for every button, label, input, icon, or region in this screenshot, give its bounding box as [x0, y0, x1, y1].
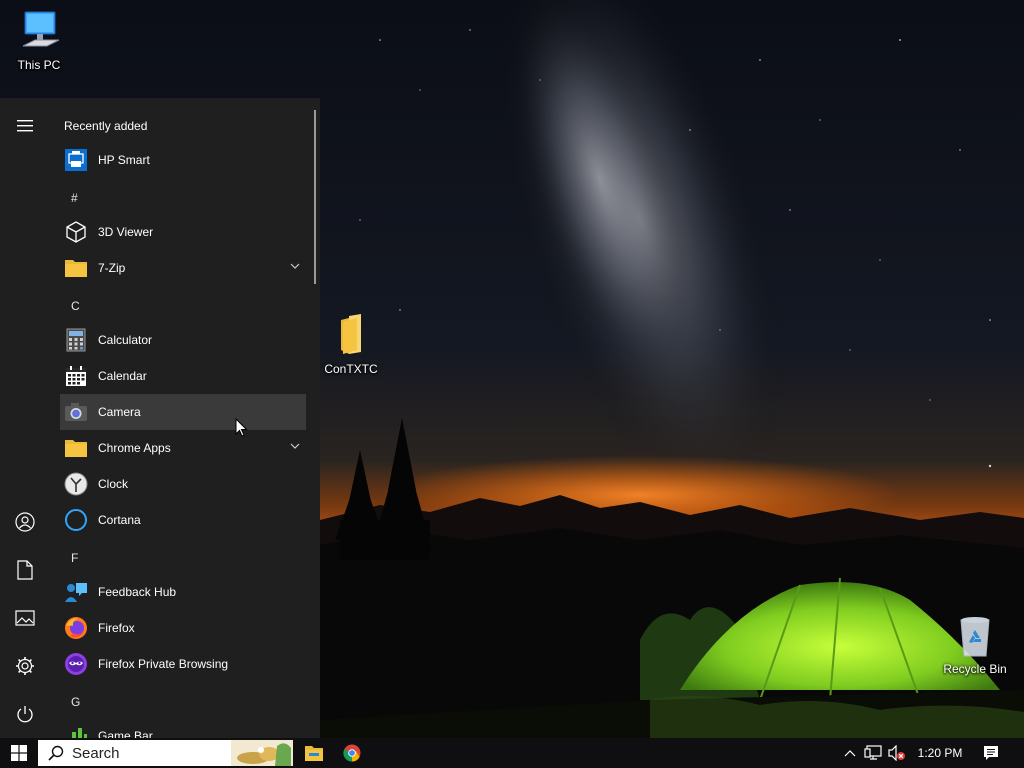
network-status-button[interactable]: [862, 738, 884, 768]
clock-icon: [63, 471, 89, 497]
action-center-button[interactable]: [978, 738, 1004, 768]
pictures-button[interactable]: [9, 602, 41, 634]
folder-icon: [63, 255, 89, 281]
network-icon: [864, 745, 882, 760]
notification-icon: [984, 746, 998, 760]
letter-header-f[interactable]: F: [71, 551, 78, 565]
folder-icon: [63, 435, 89, 461]
app-calculator[interactable]: Calculator: [60, 322, 306, 358]
app-label: Firefox Private Browsing: [98, 657, 229, 671]
windows-logo-icon: [11, 745, 27, 761]
app-clock[interactable]: Clock: [60, 466, 306, 502]
app-label: Firefox: [98, 621, 135, 635]
app-hp-smart[interactable]: HP Smart: [60, 142, 306, 178]
file-explorer-icon: [305, 746, 323, 761]
app-list[interactable]: Recently added HP Smart # 3D Viewer 7-Zi…: [56, 98, 312, 738]
app-7zip-folder[interactable]: 7-Zip: [60, 250, 306, 286]
desktop-icon-recycle-bin[interactable]: Recycle Bin: [937, 612, 1013, 676]
app-cortana[interactable]: Cortana: [60, 502, 306, 538]
app-chrome-apps-folder[interactable]: Chrome Apps: [60, 430, 306, 466]
start-menu: Recently added HP Smart # 3D Viewer 7-Zi…: [0, 98, 320, 738]
app-label: Cortana: [98, 513, 141, 527]
camera-icon: [63, 399, 89, 425]
app-label: Chrome Apps: [98, 441, 171, 455]
folder-icon: [327, 312, 375, 360]
monitor-icon: [15, 8, 63, 56]
volume-muted-icon: [888, 745, 905, 761]
user-icon: [15, 512, 35, 532]
calculator-icon: [63, 327, 89, 353]
app-firefox[interactable]: Firefox: [60, 610, 306, 646]
search-highlight-illustration: [231, 740, 293, 766]
account-button[interactable]: [9, 506, 41, 538]
app-label: HP Smart: [98, 153, 150, 167]
letter-header-c[interactable]: C: [71, 299, 80, 313]
firefox-private-icon: [63, 651, 89, 677]
desktop-icon-this-pc[interactable]: This PC: [1, 8, 77, 72]
calendar-icon: [63, 363, 89, 389]
app-calendar[interactable]: Calendar: [60, 358, 306, 394]
app-label: Feedback Hub: [98, 585, 177, 599]
letter-header-hash[interactable]: #: [71, 191, 78, 205]
app-firefox-private[interactable]: Firefox Private Browsing: [60, 646, 306, 682]
desktop-icon-label: Recycle Bin: [943, 662, 1007, 676]
taskbar-clock[interactable]: 1:20 PM: [912, 738, 968, 768]
start-button[interactable]: [0, 738, 38, 768]
app-3d-viewer[interactable]: 3D Viewer: [60, 214, 306, 250]
app-label: Game Bar: [98, 729, 153, 738]
mouse-cursor-icon: [235, 418, 248, 437]
cortana-icon: [63, 507, 89, 533]
chevron-up-icon: [844, 749, 856, 756]
chevron-down-icon[interactable]: [290, 263, 300, 269]
desktop-icon-contxtc[interactable]: ConTXTC: [313, 312, 389, 376]
app-game-bar[interactable]: Game Bar: [60, 718, 306, 738]
taskbar-chrome[interactable]: [340, 741, 364, 765]
show-hidden-icons-button[interactable]: [840, 738, 860, 768]
desktop-icon-label: ConTXTC: [324, 362, 378, 376]
firefox-icon: [63, 615, 89, 641]
section-header-recently-added: Recently added: [64, 119, 148, 133]
letter-header-g[interactable]: G: [71, 695, 80, 709]
volume-button[interactable]: [886, 738, 908, 768]
taskbar-file-explorer[interactable]: [302, 741, 326, 765]
search-input[interactable]: [72, 744, 222, 762]
app-label: Clock: [98, 477, 129, 491]
power-button[interactable]: [9, 698, 41, 730]
hamburger-icon: [17, 120, 33, 132]
app-label: 3D Viewer: [98, 225, 154, 239]
app-feedback-hub[interactable]: Feedback Hub: [60, 574, 306, 610]
documents-button[interactable]: [9, 554, 41, 586]
start-rail: [0, 98, 50, 738]
cube-icon: [63, 219, 89, 245]
expand-menu-button[interactable]: [9, 110, 41, 142]
chevron-down-icon[interactable]: [290, 443, 300, 449]
app-camera[interactable]: Camera: [60, 394, 306, 430]
app-label: Calculator: [98, 333, 153, 347]
app-label: Camera: [98, 405, 141, 419]
document-icon: [17, 560, 33, 580]
app-list-scrollbar[interactable]: [314, 110, 316, 284]
desktop-icon-label: This PC: [17, 58, 61, 72]
feedback-icon: [63, 579, 89, 605]
recycle-bin-icon: [951, 612, 999, 660]
power-icon: [17, 706, 33, 723]
settings-button[interactable]: [9, 650, 41, 682]
app-label: Calendar: [98, 369, 147, 383]
app-label: 7-Zip: [98, 261, 126, 275]
game-bar-icon: [63, 723, 89, 738]
search-icon: [48, 745, 66, 761]
picture-icon: [15, 610, 35, 626]
taskbar: 1:20 PM: [0, 738, 1024, 768]
chrome-icon: [343, 744, 361, 762]
taskbar-search-box[interactable]: [38, 740, 293, 766]
gear-icon: [16, 657, 34, 675]
hp-smart-icon: [63, 147, 89, 173]
